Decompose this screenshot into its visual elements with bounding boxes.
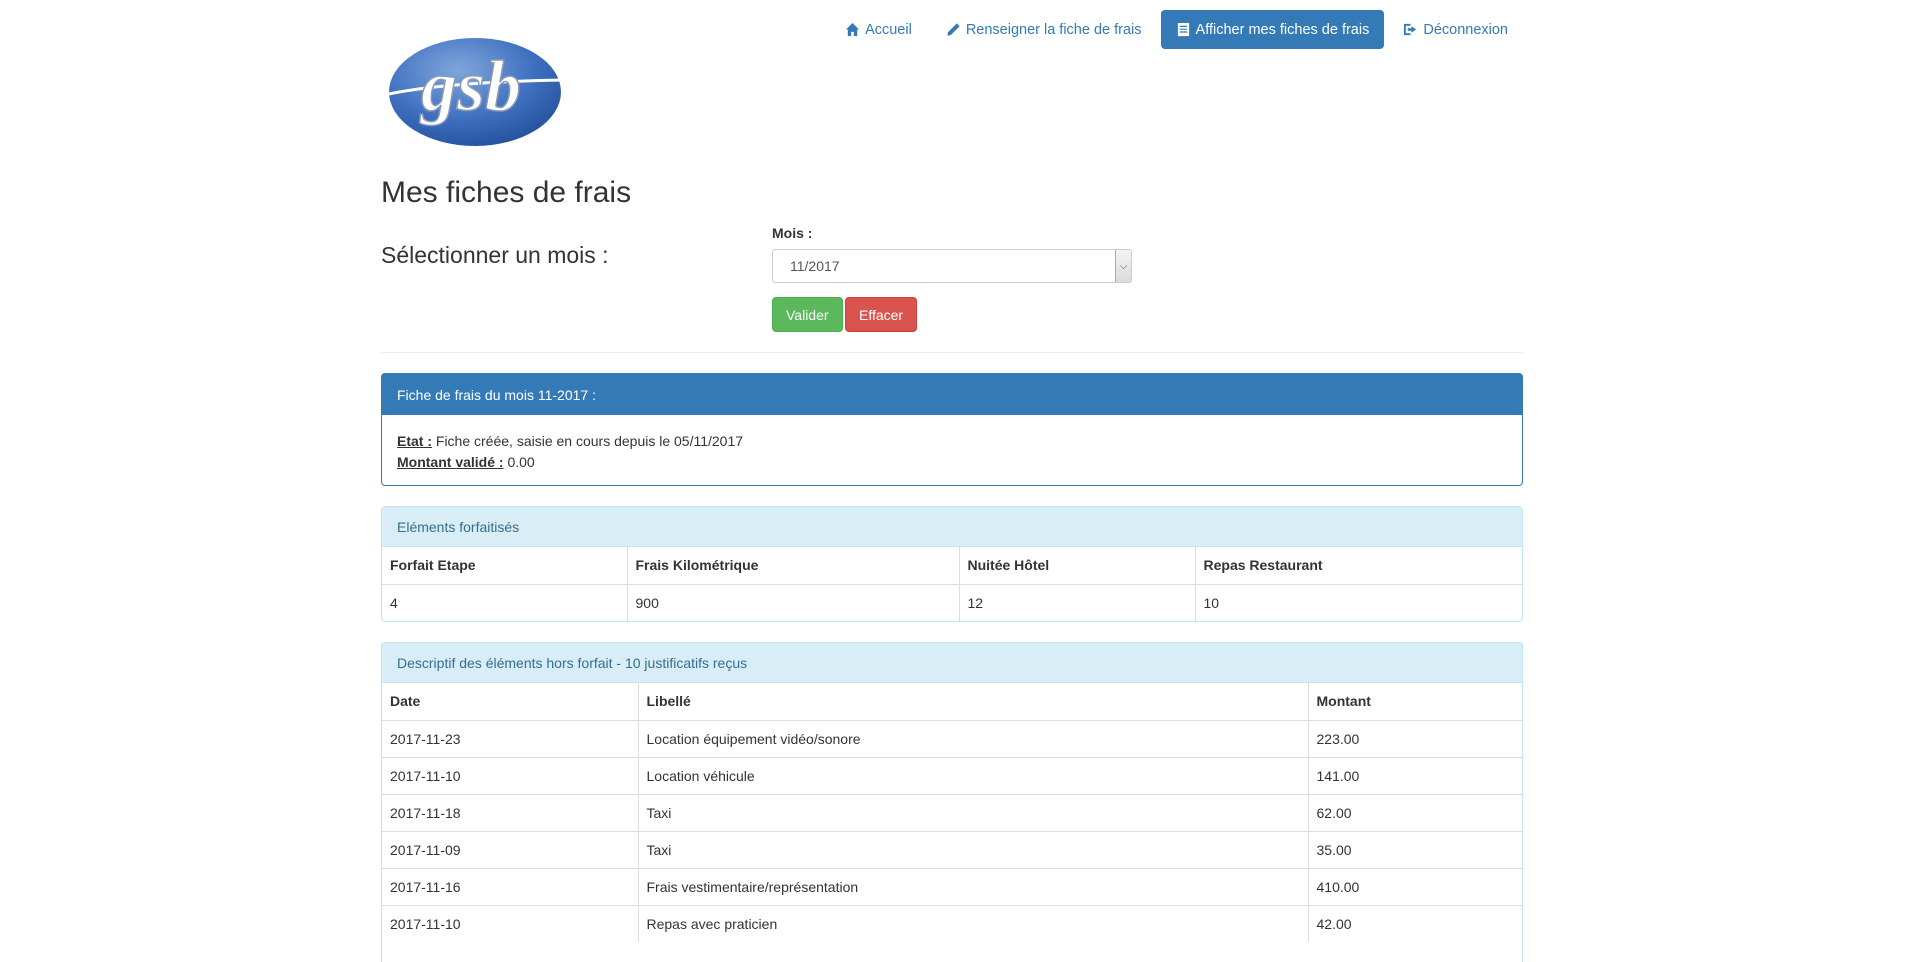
table-header-cell: Montant (1316, 693, 1371, 710)
table-header-row: Forfait Etape Frais Kilométrique Nuitée … (382, 547, 1522, 584)
top-nav: Accueil Renseigner la fiche de frais Aff… (830, 10, 1523, 49)
fiche-panel: Fiche de frais du mois 11-2017 : Etat : … (381, 373, 1523, 486)
table-cell: 223.00 (1308, 719, 1522, 757)
mois-label: Mois : (772, 225, 813, 241)
montant-line: Montant validé : 0.00 (397, 452, 1507, 473)
table-row: 2017-11-10 Location véhicule 141.00 (382, 756, 1522, 794)
forfait-table: Forfait Etape Frais Kilométrique Nuitée … (382, 547, 1522, 621)
table-header-cell: Libellé (638, 683, 1309, 720)
table-header-cell: Forfait Etape (382, 547, 628, 584)
gsb-logo: gsb (388, 38, 565, 146)
logo-text: gsb (419, 46, 521, 126)
etat-line: Etat : Fiche créée, saisie en cours depu… (397, 431, 1507, 452)
fiche-panel-body: Etat : Fiche créée, saisie en cours depu… (382, 415, 1522, 489)
select-month-heading: Sélectionner un mois : (381, 242, 609, 268)
hors-forfait-panel: Descriptif des éléments hors forfait - 1… (381, 642, 1523, 962)
table-cell: 42.00 (1308, 904, 1522, 942)
table-cell: Taxi (638, 793, 1309, 831)
table-row: 2017-11-10 Repas avec praticien 42.00 (382, 904, 1522, 942)
valider-button[interactable]: Valider (772, 297, 843, 332)
table-cell: 62.00 (1308, 793, 1522, 831)
table-header-cell: Nuitée Hôtel (959, 547, 1196, 584)
pencil-icon (947, 23, 960, 36)
month-select[interactable]: 11/2017 ⌵ (772, 249, 1132, 283)
table-row: 2017-11-18 Taxi 62.00 (382, 793, 1522, 831)
forfait-panel-header: Eléments forfaitisés (382, 507, 1522, 547)
table-cell: 12 (959, 583, 1196, 621)
divider (381, 352, 1523, 353)
home-icon (846, 22, 860, 37)
month-select-value: 11/2017 (790, 258, 840, 274)
table-cell: 2017-11-18 (382, 793, 639, 831)
effacer-button[interactable]: Effacer (845, 297, 918, 332)
nav-afficher[interactable]: Afficher mes fiches de frais (1160, 10, 1385, 49)
list-icon (1177, 22, 1189, 37)
table-cell: Taxi (638, 830, 1309, 868)
fiche-panel-header: Fiche de frais du mois 11-2017 : (382, 374, 1522, 415)
table-row: 2017-11-23 Location équipement vidéo/son… (382, 719, 1522, 757)
chevron-down-icon[interactable]: ⌵ (1115, 250, 1131, 282)
table-cell: 4 (382, 583, 628, 621)
etat-label: Etat : (397, 433, 432, 449)
table-cell: 2017-11-09 (382, 830, 639, 868)
montant-value: 0.00 (507, 454, 535, 470)
table-cell: 141.00 (1308, 756, 1522, 794)
nav-accueil[interactable]: Accueil (830, 10, 927, 49)
table-cell: 35.00 (1308, 830, 1522, 868)
forfait-panel: Eléments forfaitisés Forfait Etape Frais… (381, 506, 1523, 622)
table-cell: 2017-11-10 (382, 756, 639, 794)
table-cell: 410.00 (1308, 867, 1522, 905)
table-cell: Repas avec praticien (638, 904, 1309, 942)
table-header-cell: Date (382, 683, 639, 720)
nav-afficher-label: Afficher mes fiches de frais (1195, 21, 1370, 38)
table-cell: 2017-11-23 (382, 719, 639, 757)
logout-icon (1404, 23, 1417, 36)
table-cell: Frais vestimentaire/représentation (638, 867, 1309, 905)
table-row: 2017-11-09 Taxi 35.00 (382, 830, 1522, 868)
nav-accueil-label: Accueil (865, 21, 912, 38)
nav-renseigner-label: Renseigner la fiche de frais (965, 21, 1142, 38)
table-cell: 2017-11-10 (382, 904, 639, 942)
table-header-cell: Repas Restaurant (1203, 557, 1323, 574)
table-cell: Location véhicule (638, 756, 1309, 794)
etat-value: Fiche créée, saisie en cours depuis le 0… (435, 433, 744, 449)
nav-deconnexion-label: Déconnexion (1423, 21, 1508, 38)
table-cell: 2017-11-16 (382, 867, 639, 905)
hors-forfait-panel-header: Descriptif des éléments hors forfait - 1… (382, 643, 1522, 683)
nav-deconnexion[interactable]: Déconnexion (1388, 10, 1523, 49)
table-header-row: Date Libellé Montant (382, 683, 1522, 720)
page-title: Mes fiches de frais (381, 176, 632, 209)
montant-label: Montant validé : (397, 454, 504, 470)
table-row: 4 900 12 10 (382, 583, 1522, 621)
table-cell: 900 (627, 583, 960, 621)
table-cell: Location équipement vidéo/sonore (638, 719, 1309, 757)
table-header-cell: Frais Kilométrique (627, 547, 960, 584)
nav-renseigner[interactable]: Renseigner la fiche de frais (931, 10, 1157, 49)
table-row: 2017-11-16 Frais vestimentaire/représent… (382, 867, 1522, 905)
table-cell: 10 (1195, 583, 1522, 621)
hors-forfait-table: Date Libellé Montant 2017-11-23 Location… (382, 683, 1522, 942)
